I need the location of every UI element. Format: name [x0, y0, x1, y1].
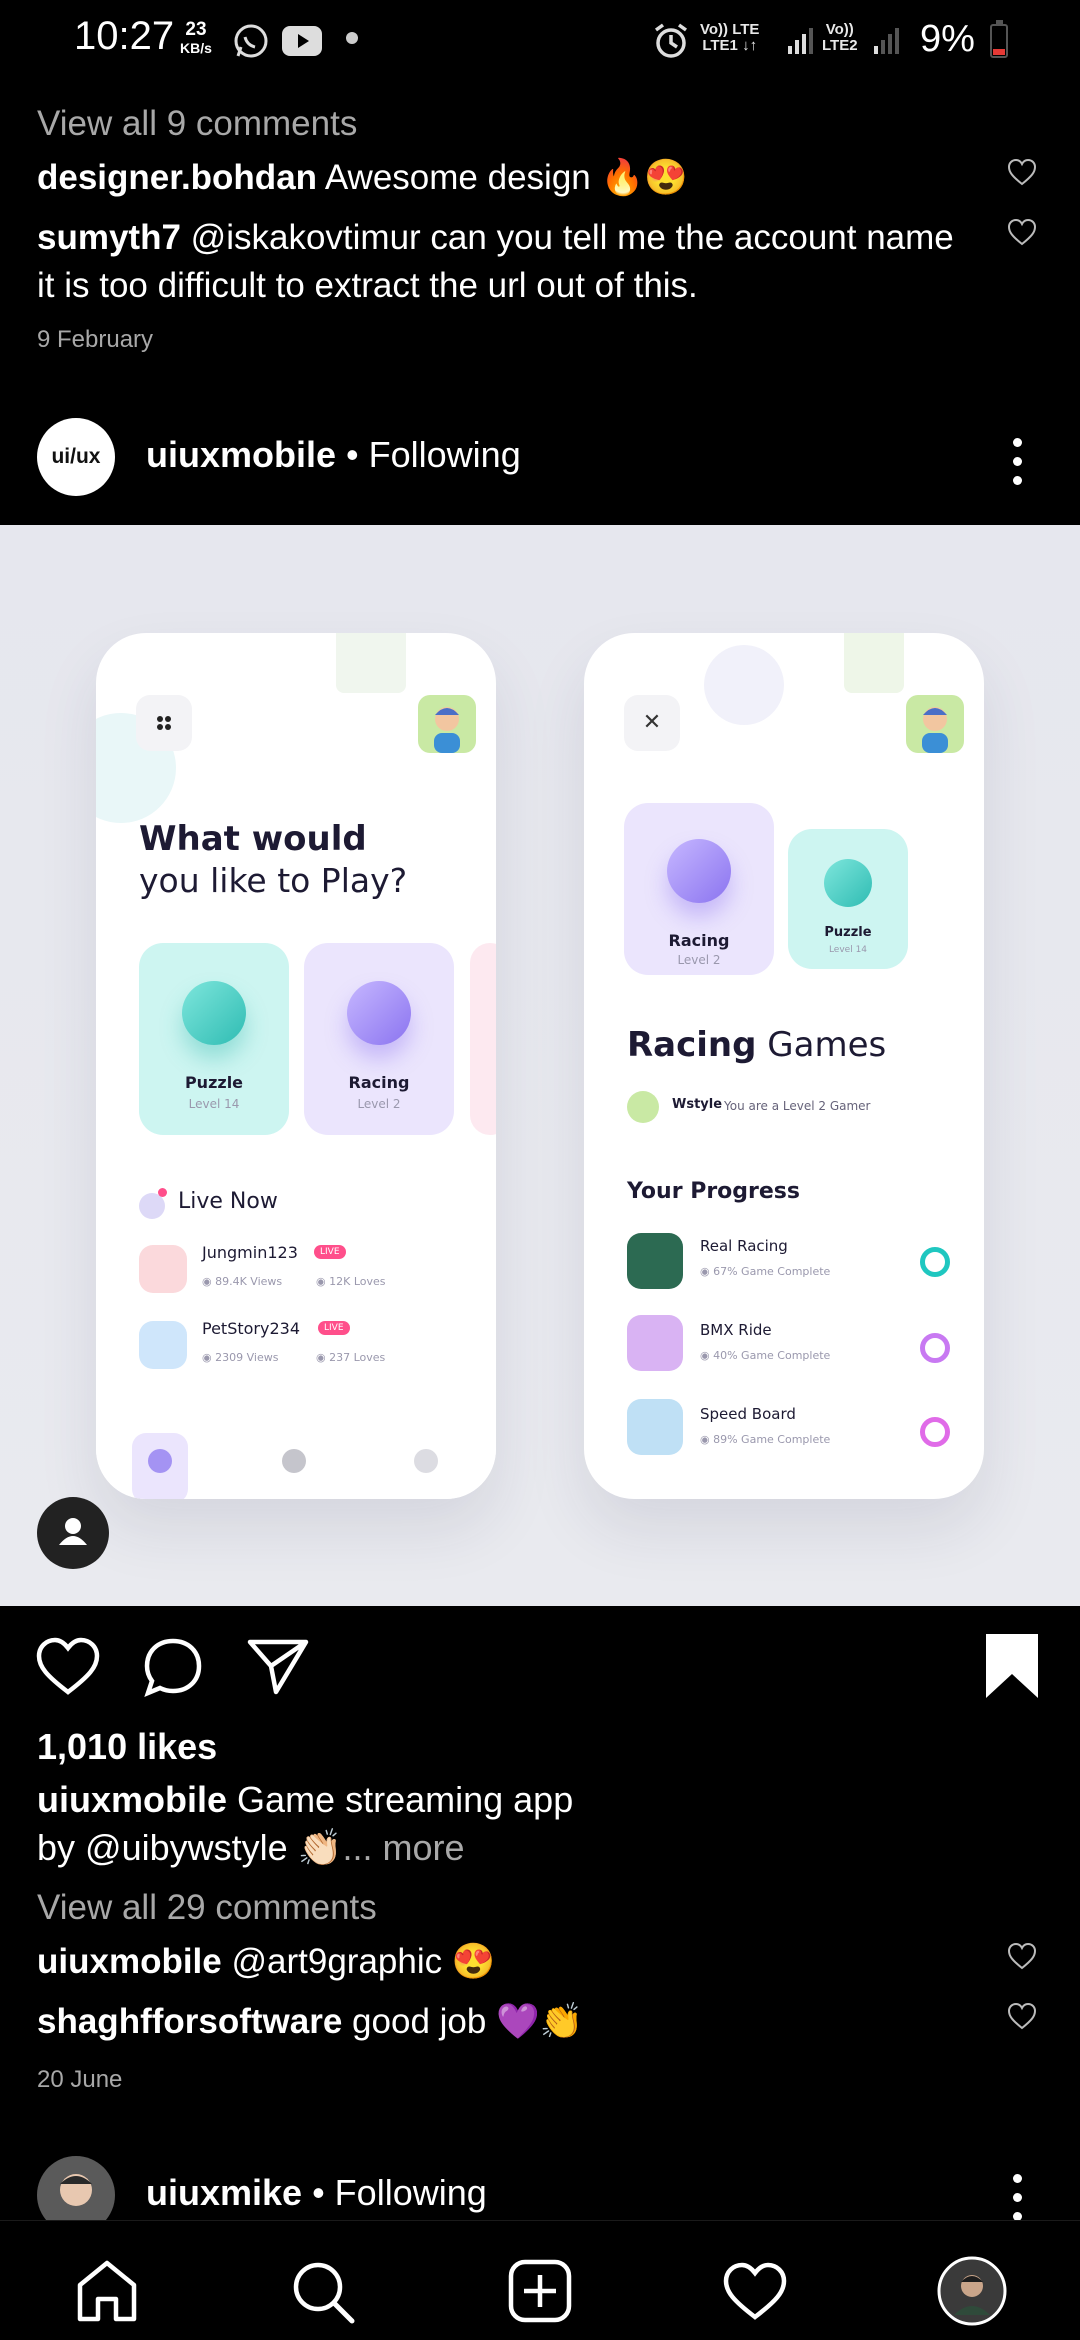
mockup-phone-detail: ✕ Racing Level 2 Puzzle Level 14 Racing … [584, 633, 984, 1499]
mockup-phone-home: What would you like to Play? Puzzle Leve… [96, 633, 496, 1499]
following-status: • Following [346, 434, 521, 475]
comment: shaghfforsoftware good job 💜👏 [37, 1998, 583, 2046]
search-icon[interactable] [290, 2259, 356, 2330]
post-image[interactable]: What would you like to Play? Puzzle Leve… [0, 525, 1080, 1606]
avatar-icon [418, 695, 476, 753]
menu-icon [136, 695, 192, 751]
caption-text: Game streaming app [237, 1779, 574, 1820]
comment-username[interactable]: uiuxmobile [37, 1942, 222, 1981]
next-post-author: uiuxmike • Following [146, 2172, 487, 2214]
whatsapp-icon [232, 22, 270, 65]
sim2-network: Vo)) LTE2 [822, 21, 858, 54]
like-comment-heart-icon[interactable] [1007, 158, 1037, 186]
sim1-network: Vo)) LTE LTE1 ↓↑ [700, 21, 760, 54]
next-more-options-icon[interactable] [1011, 2174, 1023, 2220]
post-username[interactable]: uiuxmobile [146, 434, 336, 475]
next-post-username[interactable]: uiuxmike [146, 2172, 302, 2213]
battery-percent: 9% [920, 18, 975, 60]
post-caption: uiuxmobile Game streaming app by @uibyws… [37, 1776, 937, 1872]
youtube-icon [282, 26, 322, 61]
comment-username[interactable]: shaghfforsoftware [37, 2002, 342, 2041]
bottom-navigation [0, 2220, 1080, 2340]
following-status: • Following [312, 2172, 487, 2213]
save-bookmark-icon[interactable] [986, 1634, 1038, 1703]
avatar-icon [906, 695, 964, 753]
like-count[interactable]: 1,010 likes [37, 1726, 217, 1768]
post-date: 20 June [37, 2066, 123, 2093]
battery-icon [990, 20, 1008, 58]
game-card-racing-selected: Racing Level 2 [624, 803, 774, 975]
comment: sumyth7 @iskakovtimur can you tell me th… [37, 214, 987, 310]
progress-title: Your Progress [627, 1179, 800, 1204]
like-heart-icon[interactable] [35, 1636, 101, 1701]
view-all-comments-link[interactable]: View all 29 comments [37, 1884, 377, 1932]
signal-icon [786, 26, 816, 61]
create-post-icon[interactable] [508, 2259, 572, 2328]
comment-username[interactable]: designer.bohdan [37, 158, 317, 197]
profile-avatar[interactable] [936, 2255, 1008, 2332]
game-card-racing: Racing Level 2 [304, 943, 454, 1135]
caption-username[interactable]: uiuxmobile [37, 1779, 227, 1820]
post-date: 9 February [37, 326, 154, 353]
comment: uiuxmobile @art9graphic 😍 [37, 1938, 495, 1986]
home-title-bold: What would [139, 819, 367, 859]
comment-text-line2: it is too difficult to extract the url o… [37, 266, 698, 305]
alarm-icon [652, 22, 690, 65]
like-comment-heart-icon[interactable] [1007, 1942, 1037, 1970]
activity-heart-icon[interactable] [722, 2261, 788, 2326]
signal-icon-2 [872, 26, 902, 61]
status-time: 10:27 [74, 14, 175, 58]
comment-text: Awesome design 🔥😍 [324, 158, 688, 197]
caption-text-line2: by @uibywstyle 👏🏻 [37, 1827, 343, 1868]
next-post-avatar[interactable] [37, 2156, 115, 2220]
comment-text: good job 💜👏 [352, 2002, 584, 2041]
network-speed: 23 KB/s [180, 19, 212, 56]
home-icon[interactable] [74, 2259, 140, 2328]
home-title-rest: you like to Play? [139, 861, 408, 900]
comment-icon[interactable] [142, 1636, 204, 1703]
share-send-icon[interactable] [246, 1636, 310, 1701]
game-card-puzzle-small: Puzzle Level 14 [788, 829, 908, 969]
post-author: uiuxmobile • Following [146, 434, 521, 476]
caption-more-link[interactable]: ... more [342, 1827, 464, 1868]
like-comment-heart-icon[interactable] [1007, 2002, 1037, 2030]
notification-dot [346, 32, 358, 44]
more-options-icon[interactable] [1011, 438, 1023, 495]
comment-text: @art9graphic 😍 [231, 1942, 496, 1981]
category-heading: Racing Games [627, 1025, 887, 1065]
comment-text: @iskakovtimur can you tell me the accoun… [190, 218, 954, 257]
comment-username[interactable]: sumyth7 [37, 218, 181, 257]
tagged-people-icon[interactable] [37, 1497, 109, 1569]
post-author-avatar[interactable]: ui/ux [37, 418, 115, 496]
view-all-comments-link[interactable]: View all 9 comments [37, 100, 357, 148]
game-card-puzzle: Puzzle Level 14 [139, 943, 289, 1135]
close-icon: ✕ [624, 695, 680, 751]
live-now-title: Live Now [178, 1189, 278, 1214]
comment: designer.bohdan Awesome design 🔥😍 [37, 154, 688, 202]
like-comment-heart-icon[interactable] [1007, 218, 1037, 246]
status-bar: 10:27 23 KB/s Vo)) LTE LTE1 ↓↑ Vo)) LTE2… [0, 0, 1080, 84]
